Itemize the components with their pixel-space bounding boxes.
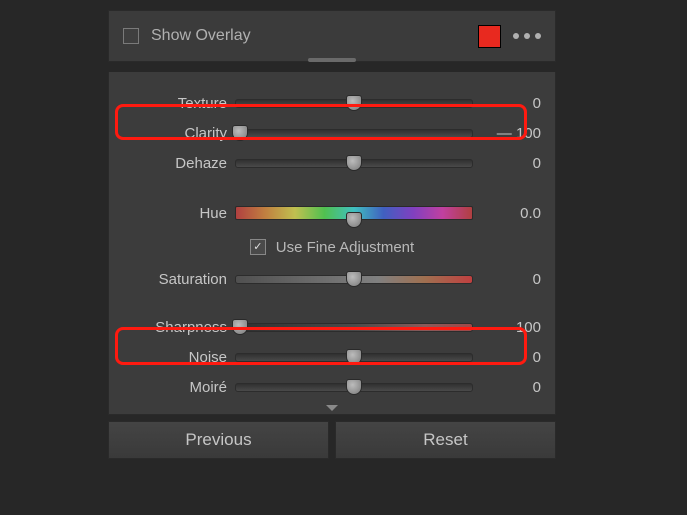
moire-slider[interactable] bbox=[235, 380, 473, 394]
drag-handle-icon[interactable] bbox=[308, 58, 356, 62]
moire-row: Moiré 0 bbox=[123, 372, 541, 402]
hue-slider[interactable] bbox=[235, 206, 473, 220]
noise-slider[interactable] bbox=[235, 350, 473, 364]
reset-button[interactable]: Reset bbox=[335, 421, 556, 459]
dehaze-slider[interactable] bbox=[235, 156, 473, 170]
saturation-value[interactable]: 0 bbox=[473, 271, 541, 288]
clarity-row: Clarity — 100 bbox=[123, 118, 541, 148]
sharpness-label: Sharpness bbox=[123, 319, 235, 336]
sharpness-row: Sharpness — 100 bbox=[123, 312, 541, 342]
more-options-icon[interactable] bbox=[513, 33, 541, 39]
dehaze-label: Dehaze bbox=[123, 155, 235, 172]
adjustments-panel: Texture 0 Clarity — 100 Dehaze 0 bbox=[108, 72, 556, 415]
panel-header: Show Overlay bbox=[108, 10, 556, 62]
previous-button[interactable]: Previous bbox=[108, 421, 329, 459]
clarity-label: Clarity bbox=[123, 125, 235, 142]
noise-label: Noise bbox=[123, 349, 235, 366]
fine-adjustment-label: Use Fine Adjustment bbox=[276, 239, 414, 256]
saturation-row: Saturation 0 bbox=[123, 264, 541, 294]
saturation-slider[interactable] bbox=[235, 272, 473, 286]
fine-adjustment-checkbox[interactable]: ✓ bbox=[250, 239, 266, 255]
fine-adjustment-row: ✓ Use Fine Adjustment bbox=[123, 230, 541, 264]
noise-row: Noise 0 bbox=[123, 342, 541, 372]
saturation-label: Saturation bbox=[123, 271, 235, 288]
noise-value[interactable]: 0 bbox=[473, 349, 541, 366]
sharpness-slider[interactable] bbox=[235, 320, 473, 334]
clarity-slider[interactable] bbox=[235, 126, 473, 140]
dehaze-row: Dehaze 0 bbox=[123, 148, 541, 178]
dehaze-value[interactable]: 0 bbox=[473, 155, 541, 172]
overlay-color-swatch[interactable] bbox=[478, 25, 501, 48]
sharpness-value[interactable]: — 100 bbox=[473, 319, 541, 336]
clarity-value[interactable]: — 100 bbox=[473, 125, 541, 142]
hue-label: Hue bbox=[123, 205, 235, 222]
footer-buttons: Previous Reset bbox=[108, 421, 556, 459]
texture-row: Texture 0 bbox=[123, 88, 541, 118]
moire-label: Moiré bbox=[123, 379, 235, 396]
texture-value[interactable]: 0 bbox=[473, 95, 541, 112]
texture-slider[interactable] bbox=[235, 96, 473, 110]
hue-value[interactable]: 0.0 bbox=[473, 205, 541, 222]
moire-value[interactable]: 0 bbox=[473, 379, 541, 396]
hue-row: Hue 0.0 bbox=[123, 196, 541, 230]
show-overlay-label: Show Overlay bbox=[151, 27, 478, 45]
show-overlay-checkbox[interactable] bbox=[123, 28, 139, 44]
scroll-down-icon[interactable] bbox=[326, 405, 338, 411]
texture-label: Texture bbox=[123, 95, 235, 112]
